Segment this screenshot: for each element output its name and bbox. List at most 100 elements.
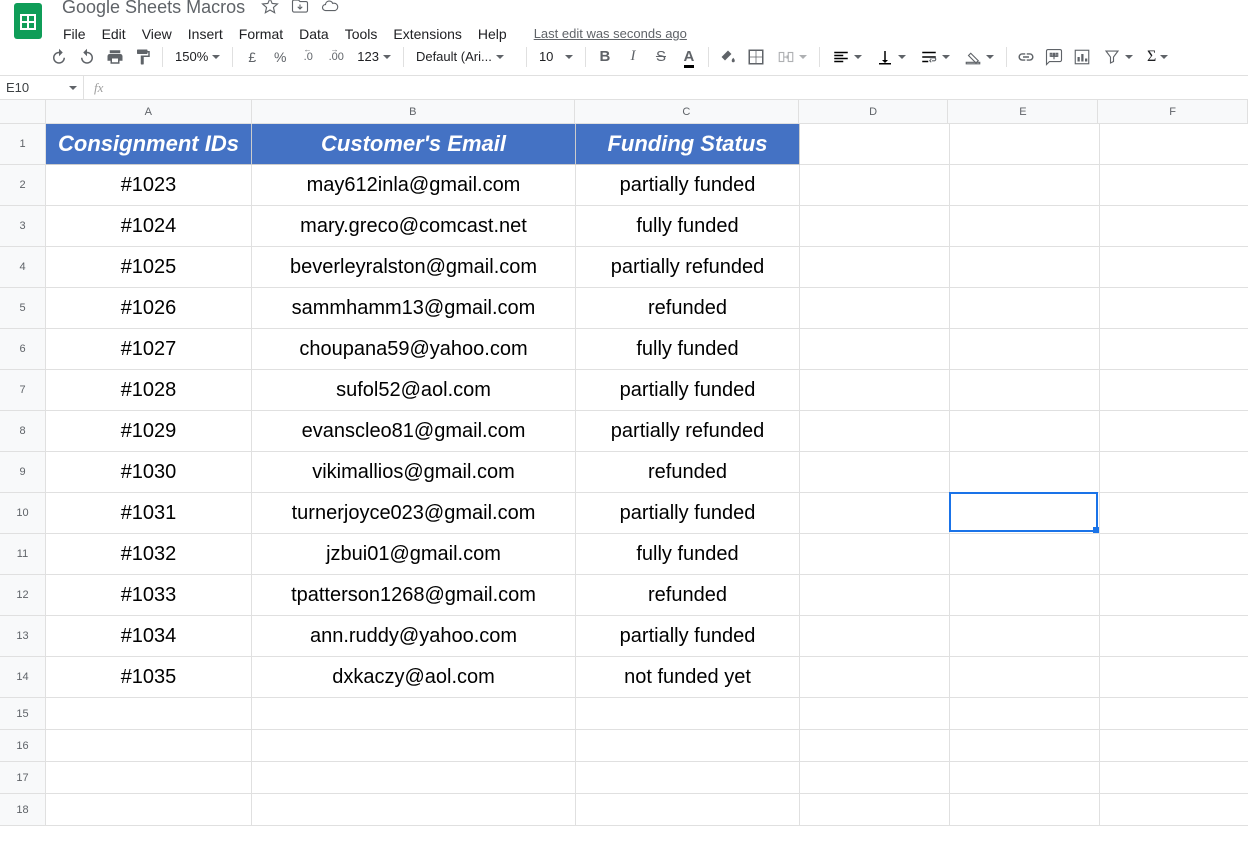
- cell-F10[interactable]: [1100, 493, 1248, 534]
- cell-D8[interactable]: [800, 411, 950, 452]
- row-header-2[interactable]: 2: [0, 165, 46, 206]
- cell-C16[interactable]: [576, 730, 800, 762]
- name-box[interactable]: E10: [0, 76, 84, 99]
- font-select[interactable]: Default (Ari...: [410, 45, 520, 69]
- cell-A16[interactable]: [46, 730, 252, 762]
- col-header-A[interactable]: A: [46, 100, 252, 124]
- cell-F9[interactable]: [1100, 452, 1248, 493]
- cell-E7[interactable]: [950, 370, 1100, 411]
- cell-D12[interactable]: [800, 575, 950, 616]
- cell-D3[interactable]: [800, 206, 950, 247]
- h-align-button[interactable]: [826, 45, 868, 69]
- row-header-16[interactable]: 16: [0, 730, 46, 762]
- cell-D5[interactable]: [800, 288, 950, 329]
- cell-C17[interactable]: [576, 762, 800, 794]
- row-header-4[interactable]: 4: [0, 247, 46, 288]
- row-header-14[interactable]: 14: [0, 657, 46, 698]
- cell-A18[interactable]: [46, 794, 252, 826]
- cell-B6[interactable]: choupana59@yahoo.com: [252, 329, 576, 370]
- fill-color-button[interactable]: [715, 44, 741, 70]
- cell-B18[interactable]: [252, 794, 576, 826]
- number-format-select[interactable]: 123: [351, 45, 397, 69]
- cell-C12[interactable]: refunded: [576, 575, 800, 616]
- cell-A7[interactable]: #1028: [46, 370, 252, 411]
- cell-D9[interactable]: [800, 452, 950, 493]
- cell-C2[interactable]: partially funded: [576, 165, 800, 206]
- bold-button[interactable]: B: [592, 44, 618, 70]
- menu-file[interactable]: File: [56, 22, 93, 46]
- cell-C9[interactable]: refunded: [576, 452, 800, 493]
- cell-A1[interactable]: Consignment IDs: [46, 124, 252, 165]
- wrap-button[interactable]: [914, 45, 956, 69]
- cell-C5[interactable]: refunded: [576, 288, 800, 329]
- increase-decimal-button[interactable]: .00→: [323, 44, 349, 70]
- cell-C10[interactable]: partially funded: [576, 493, 800, 534]
- cell-E11[interactable]: [950, 534, 1100, 575]
- cell-E14[interactable]: [950, 657, 1100, 698]
- cell-F13[interactable]: [1100, 616, 1248, 657]
- row-header-12[interactable]: 12: [0, 575, 46, 616]
- cell-F11[interactable]: [1100, 534, 1248, 575]
- font-size-select[interactable]: 10: [533, 45, 579, 69]
- cell-E4[interactable]: [950, 247, 1100, 288]
- star-icon[interactable]: [261, 0, 279, 18]
- cell-F4[interactable]: [1100, 247, 1248, 288]
- cell-E1[interactable]: [950, 124, 1100, 165]
- cell-E18[interactable]: [950, 794, 1100, 826]
- cell-C15[interactable]: [576, 698, 800, 730]
- cell-A15[interactable]: [46, 698, 252, 730]
- doc-title[interactable]: Google Sheets Macros: [56, 0, 251, 20]
- undo-button[interactable]: [46, 44, 72, 70]
- cell-D13[interactable]: [800, 616, 950, 657]
- cell-A6[interactable]: #1027: [46, 329, 252, 370]
- cell-D1[interactable]: [800, 124, 950, 165]
- currency-button[interactable]: £: [239, 44, 265, 70]
- cell-B3[interactable]: mary.greco@comcast.net: [252, 206, 576, 247]
- cell-E15[interactable]: [950, 698, 1100, 730]
- row-header-11[interactable]: 11: [0, 534, 46, 575]
- link-button[interactable]: [1013, 44, 1039, 70]
- cell-A10[interactable]: #1031: [46, 493, 252, 534]
- cell-A2[interactable]: #1023: [46, 165, 252, 206]
- cell-C11[interactable]: fully funded: [576, 534, 800, 575]
- cell-D2[interactable]: [800, 165, 950, 206]
- menu-view[interactable]: View: [135, 22, 179, 46]
- cell-C14[interactable]: not funded yet: [576, 657, 800, 698]
- cell-A3[interactable]: #1024: [46, 206, 252, 247]
- cell-B15[interactable]: [252, 698, 576, 730]
- cell-F14[interactable]: [1100, 657, 1248, 698]
- menu-edit[interactable]: Edit: [95, 22, 133, 46]
- cell-E9[interactable]: [950, 452, 1100, 493]
- row-header-17[interactable]: 17: [0, 762, 46, 794]
- cell-E17[interactable]: [950, 762, 1100, 794]
- cell-C13[interactable]: partially funded: [576, 616, 800, 657]
- cell-D4[interactable]: [800, 247, 950, 288]
- cell-B2[interactable]: may612inla@gmail.com: [252, 165, 576, 206]
- cell-F16[interactable]: [1100, 730, 1248, 762]
- cell-B8[interactable]: evanscleo81@gmail.com: [252, 411, 576, 452]
- menu-help[interactable]: Help: [471, 22, 514, 46]
- rotate-button[interactable]: [958, 45, 1000, 69]
- cells-area[interactable]: Consignment IDsCustomer's EmailFunding S…: [46, 124, 1248, 826]
- col-header-F[interactable]: F: [1098, 100, 1248, 124]
- cell-A12[interactable]: #1033: [46, 575, 252, 616]
- row-header-10[interactable]: 10: [0, 493, 46, 534]
- v-align-button[interactable]: [870, 45, 912, 69]
- menu-format[interactable]: Format: [232, 22, 290, 46]
- cell-E10[interactable]: [950, 493, 1100, 534]
- cell-E3[interactable]: [950, 206, 1100, 247]
- cell-F6[interactable]: [1100, 329, 1248, 370]
- cell-C8[interactable]: partially refunded: [576, 411, 800, 452]
- cell-C7[interactable]: partially funded: [576, 370, 800, 411]
- col-header-E[interactable]: E: [948, 100, 1098, 124]
- cell-F17[interactable]: [1100, 762, 1248, 794]
- cell-B1[interactable]: Customer's Email: [252, 124, 576, 165]
- cell-E16[interactable]: [950, 730, 1100, 762]
- cell-F15[interactable]: [1100, 698, 1248, 730]
- cell-D18[interactable]: [800, 794, 950, 826]
- row-header-3[interactable]: 3: [0, 206, 46, 247]
- cell-A4[interactable]: #1025: [46, 247, 252, 288]
- comment-button[interactable]: [1041, 44, 1067, 70]
- cell-A8[interactable]: #1029: [46, 411, 252, 452]
- cell-B11[interactable]: jzbui01@gmail.com: [252, 534, 576, 575]
